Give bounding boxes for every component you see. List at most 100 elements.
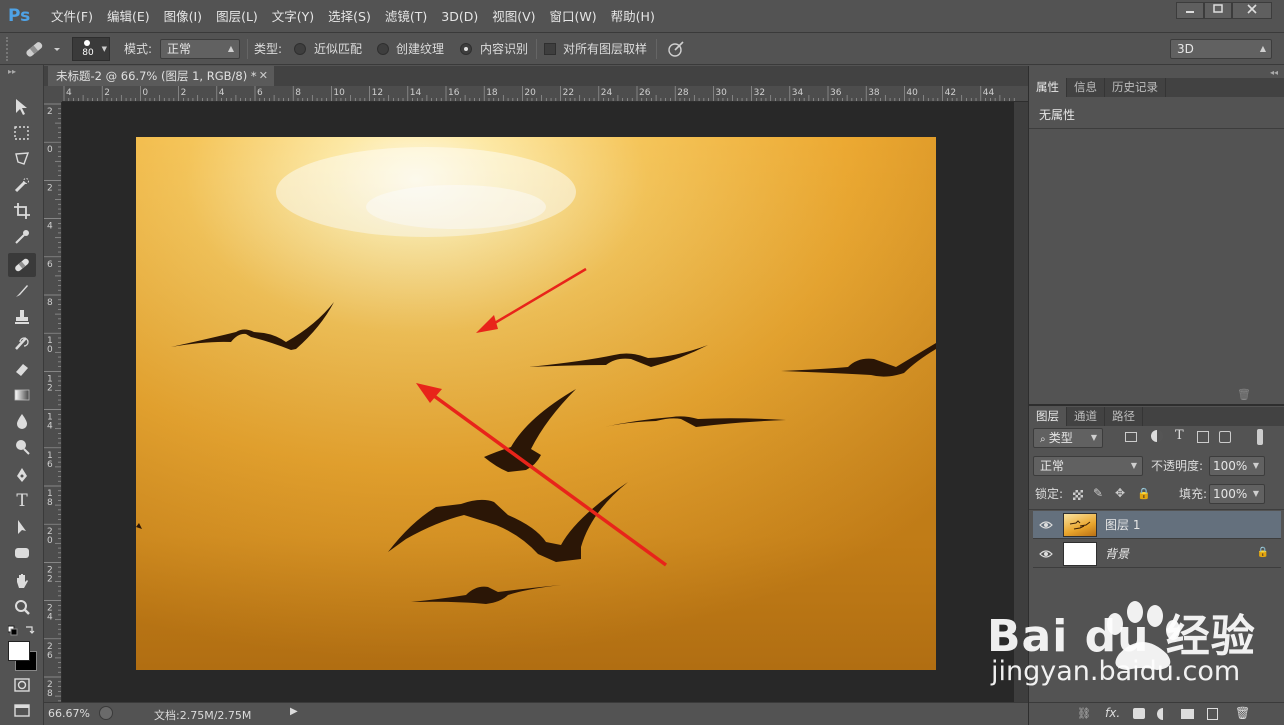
collapse-icon[interactable]: ▸▸ bbox=[8, 67, 16, 76]
ruler-label: 44 bbox=[983, 88, 995, 98]
maximize-button[interactable] bbox=[1204, 2, 1232, 19]
new-adjustment-icon[interactable] bbox=[1157, 708, 1169, 720]
mode-dropdown[interactable]: 正常 ▲ bbox=[160, 39, 240, 59]
radio-content-aware[interactable] bbox=[460, 43, 472, 55]
delete-layer-icon[interactable]: 🗑 bbox=[1235, 706, 1250, 720]
fx-icon[interactable]: fx. bbox=[1105, 706, 1120, 720]
layer-row-background[interactable]: 背景 🔒 bbox=[1033, 540, 1281, 568]
blend-mode-dropdown[interactable]: 正常 ▼ bbox=[1033, 456, 1143, 476]
menu-type[interactable]: 文字(Y) bbox=[265, 8, 321, 25]
radio-proximity-match[interactable] bbox=[294, 43, 306, 55]
pixel-filter-icon[interactable] bbox=[1125, 432, 1137, 442]
link-layers-icon[interactable]: ⛓ bbox=[1077, 707, 1091, 720]
move-tool[interactable] bbox=[8, 95, 36, 119]
blur-tool[interactable] bbox=[8, 409, 36, 433]
ruler-label: 8 bbox=[47, 689, 53, 699]
canvas-area[interactable] bbox=[62, 102, 1028, 702]
close-button[interactable] bbox=[1232, 2, 1272, 19]
lock-position-icon[interactable]: ✥ bbox=[1115, 486, 1125, 500]
adjustment-filter-icon[interactable] bbox=[1151, 430, 1163, 442]
brush-size-picker[interactable]: 80 ▼ bbox=[72, 37, 110, 61]
menu-bar: Ps 文件(F) 编辑(E) 图像(I) 图层(L) 文字(Y) 选择(S) 滤… bbox=[0, 0, 1284, 33]
menu-help[interactable]: 帮助(H) bbox=[604, 8, 662, 25]
radio-create-texture[interactable] bbox=[377, 43, 389, 55]
lasso-tool[interactable] bbox=[8, 147, 36, 171]
fill-input[interactable]: 100% ▼ bbox=[1209, 484, 1265, 504]
tab-channels[interactable]: 通道 bbox=[1067, 407, 1105, 426]
filter-toggle[interactable] bbox=[1257, 429, 1263, 445]
type-tool[interactable]: T bbox=[8, 489, 36, 513]
clone-stamp-tool[interactable] bbox=[8, 305, 36, 329]
layer-name[interactable]: 背景 bbox=[1105, 540, 1129, 568]
history-brush-tool[interactable] bbox=[8, 331, 36, 355]
document-canvas[interactable] bbox=[136, 137, 936, 670]
tool-preset-picker[interactable] bbox=[22, 39, 62, 59]
quick-mask-button[interactable] bbox=[8, 673, 36, 697]
shape-tool[interactable] bbox=[8, 541, 36, 565]
layer-name[interactable]: 图层 1 bbox=[1105, 511, 1140, 539]
eraser-tool[interactable] bbox=[8, 357, 36, 381]
menu-image[interactable]: 图像(I) bbox=[157, 8, 209, 25]
menu-file[interactable]: 文件(F) bbox=[44, 8, 100, 25]
shape-filter-icon[interactable] bbox=[1197, 431, 1209, 443]
pressure-size-button[interactable] bbox=[666, 40, 686, 58]
menu-layer[interactable]: 图层(L) bbox=[209, 8, 265, 25]
layers-footer: ⛓ fx. 🗑 bbox=[1029, 702, 1284, 725]
menu-select[interactable]: 选择(S) bbox=[321, 8, 378, 25]
tab-paths[interactable]: 路径 bbox=[1105, 407, 1143, 426]
menu-filter[interactable]: 滤镜(T) bbox=[378, 8, 434, 25]
smart-object-filter-icon[interactable] bbox=[1219, 431, 1231, 443]
move-icon bbox=[16, 99, 27, 115]
lock-all-icon[interactable]: 🔒 bbox=[1137, 487, 1151, 500]
path-selection-tool[interactable] bbox=[8, 515, 36, 539]
screen-mode-button[interactable] bbox=[8, 699, 36, 723]
layer-filter-dropdown[interactable]: ⌕ 类型 ▼ bbox=[1033, 428, 1103, 448]
ruler-label: 36 bbox=[830, 88, 842, 98]
hand-tool[interactable] bbox=[8, 569, 36, 593]
document-tab[interactable]: 未标题-2 @ 66.7% (图层 1, RGB/8) * ✕ bbox=[48, 66, 274, 86]
default-colors-icon[interactable] bbox=[7, 625, 36, 640]
pen-tool[interactable] bbox=[8, 463, 36, 487]
menu-edit[interactable]: 编辑(E) bbox=[100, 8, 157, 25]
visibility-eye-icon[interactable] bbox=[1039, 547, 1053, 561]
crop-tool[interactable] bbox=[8, 199, 36, 223]
chevron-updown-icon: ▼ bbox=[1130, 461, 1137, 470]
tab-history[interactable]: 历史记录 bbox=[1105, 78, 1166, 97]
quick-selection-tool[interactable] bbox=[8, 173, 36, 197]
minimize-button[interactable] bbox=[1176, 2, 1204, 19]
eyedropper-tool[interactable] bbox=[8, 225, 36, 249]
marquee-tool[interactable] bbox=[8, 121, 36, 145]
tab-layers[interactable]: 图层 bbox=[1029, 407, 1067, 426]
tab-properties[interactable]: 属性 bbox=[1029, 78, 1067, 97]
brush-tool[interactable] bbox=[8, 279, 36, 303]
type-filter-icon[interactable]: T bbox=[1175, 428, 1184, 443]
close-tab-icon[interactable]: ✕ bbox=[259, 66, 268, 86]
menu-window[interactable]: 窗口(W) bbox=[543, 8, 604, 25]
sample-all-layers-checkbox[interactable] bbox=[544, 43, 556, 55]
zoom-level[interactable]: 66.67% bbox=[48, 707, 90, 720]
ruler-label: 6 bbox=[47, 260, 53, 270]
lock-pixels-icon[interactable]: ✎ bbox=[1093, 486, 1103, 500]
collapse-icon[interactable]: ◂◂ bbox=[1270, 68, 1278, 77]
menu-3d[interactable]: 3D(D) bbox=[434, 8, 485, 25]
layer-row-layer1[interactable]: 图层 1 bbox=[1033, 511, 1281, 539]
trash-icon[interactable]: 🗑 bbox=[1237, 388, 1251, 401]
opacity-input[interactable]: 100% ▼ bbox=[1209, 456, 1265, 476]
new-group-icon[interactable] bbox=[1181, 709, 1194, 719]
visibility-eye-icon[interactable] bbox=[1039, 518, 1053, 532]
zoom-tool[interactable] bbox=[8, 595, 36, 619]
status-info-icon[interactable] bbox=[99, 706, 113, 720]
spot-healing-brush-tool[interactable] bbox=[8, 253, 36, 277]
status-menu-arrow-icon[interactable]: ▶ bbox=[290, 706, 298, 717]
menu-view[interactable]: 视图(V) bbox=[485, 8, 542, 25]
lock-transparent-icon[interactable] bbox=[1073, 490, 1083, 500]
tab-info[interactable]: 信息 bbox=[1067, 78, 1105, 97]
gradient-icon bbox=[14, 389, 30, 401]
foreground-color-swatch[interactable] bbox=[8, 641, 30, 661]
ruler-origin[interactable] bbox=[44, 86, 62, 102]
gradient-tool[interactable] bbox=[8, 383, 36, 407]
new-layer-icon[interactable] bbox=[1207, 708, 1218, 720]
workspace-dropdown[interactable]: 3D ▲ bbox=[1170, 39, 1272, 59]
dodge-tool[interactable] bbox=[8, 435, 36, 459]
add-mask-icon[interactable] bbox=[1133, 708, 1145, 719]
